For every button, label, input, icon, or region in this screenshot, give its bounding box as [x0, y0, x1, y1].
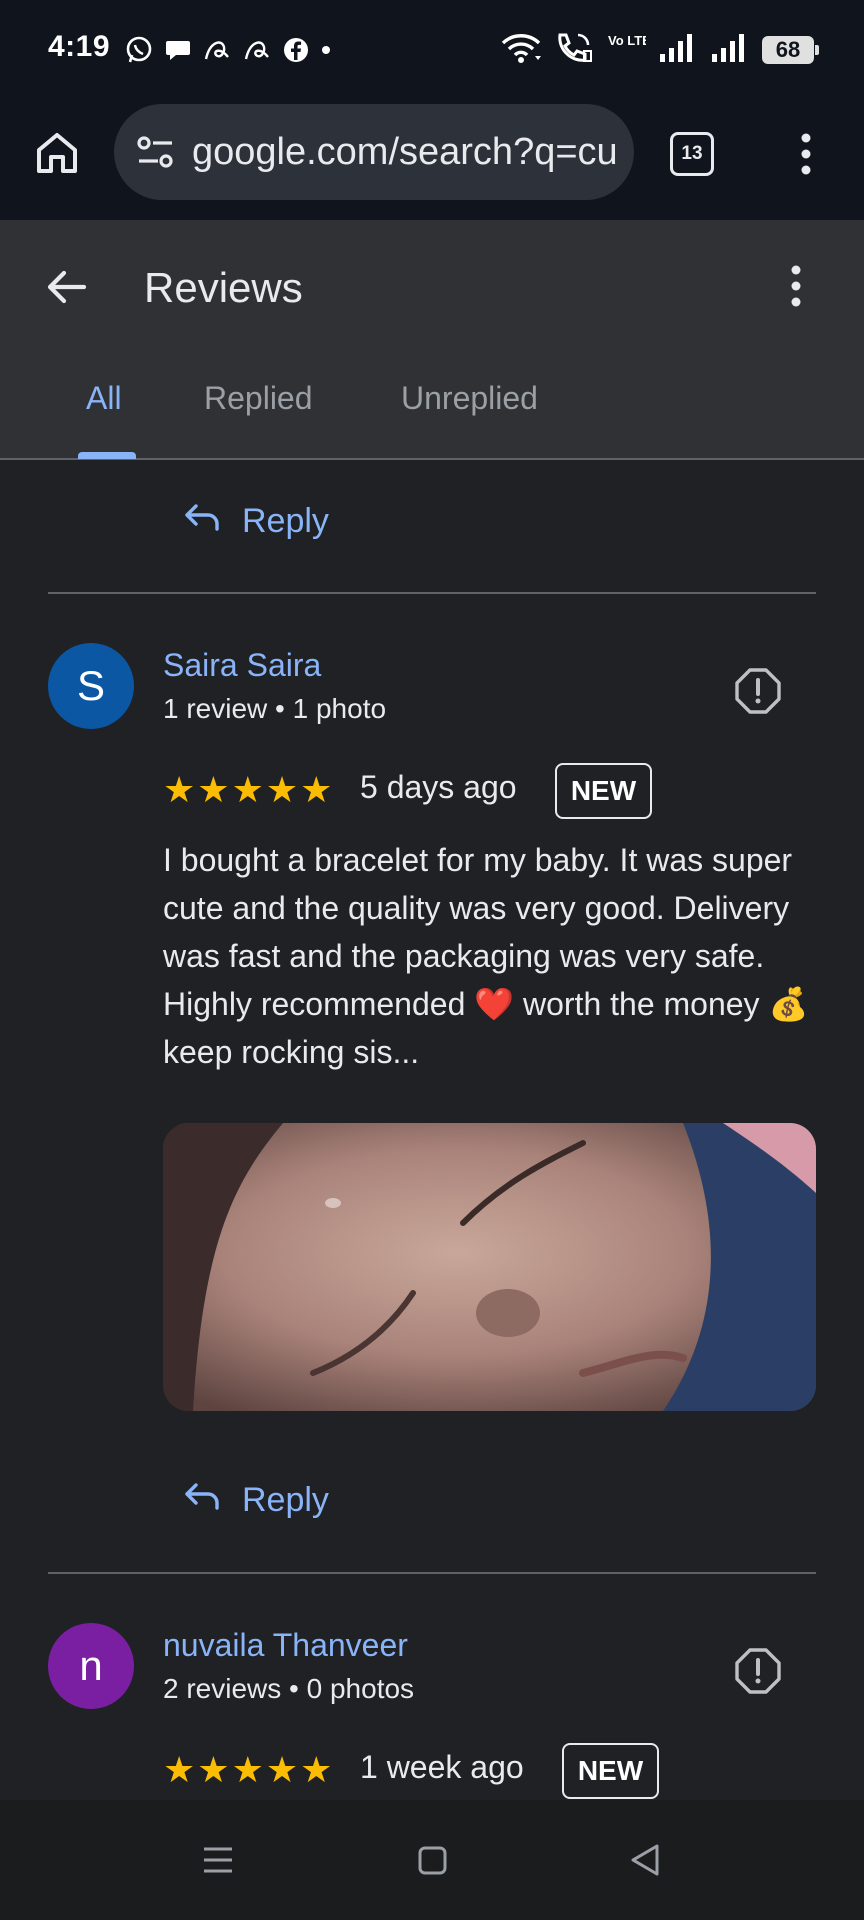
tab-switcher-button[interactable]: 13 [670, 132, 714, 176]
star-rating: ★ ★ ★ ★ ★ [163, 770, 332, 810]
review-date: 5 days ago [360, 769, 517, 805]
notification-icons [124, 34, 332, 66]
recent-apps-icon[interactable] [198, 1840, 238, 1880]
reply-button[interactable]: Reply [184, 1475, 329, 1525]
home-nav-icon[interactable] [412, 1840, 452, 1880]
svg-text:Vo LTE2: Vo LTE2 [608, 33, 646, 48]
star-icon: ★ [300, 1749, 333, 1790]
status-time: 4:19 [48, 30, 111, 63]
home-icon[interactable] [34, 130, 80, 176]
script-a-icon [242, 37, 272, 63]
reviewer-name[interactable]: nuvaila Thanveer [163, 1627, 408, 1664]
more-options-icon[interactable] [788, 128, 824, 180]
new-badge: NEW [562, 1743, 659, 1799]
url-text: google.com/search?q=cu [192, 130, 618, 173]
site-settings-icon[interactable] [134, 130, 178, 174]
avatar[interactable]: n [48, 1623, 134, 1709]
avatar[interactable]: S [48, 643, 134, 729]
reviewer-meta: 2 reviews • 0 photos [163, 1673, 415, 1704]
facebook-icon [282, 36, 310, 64]
active-tab-indicator [78, 452, 136, 459]
whatsapp-icon [124, 35, 154, 65]
star-icon: ★ [231, 769, 264, 810]
star-icon: ★ [265, 769, 299, 810]
star-icon: ★ [231, 1749, 264, 1790]
reply-button[interactable]: Reply [184, 496, 329, 546]
star-icon: ★ [300, 769, 333, 810]
tab-replied[interactable]: Replied [204, 380, 313, 417]
signal-icon [658, 32, 698, 69]
system-navigation-bar [0, 1800, 864, 1920]
signal-icon [710, 32, 750, 69]
reviewer-name[interactable]: Saira Saira [163, 647, 321, 684]
system-status-icons: Vo LTE2 68 [500, 30, 819, 70]
page-title: Reviews [144, 264, 303, 311]
report-icon[interactable] [734, 667, 782, 715]
tab-unreplied[interactable]: Unreplied [401, 380, 538, 417]
wifi-icon [500, 31, 542, 70]
star-icon: ★ [197, 769, 230, 810]
more-options-icon[interactable] [778, 260, 814, 312]
review-photo[interactable] [163, 1123, 816, 1411]
report-icon[interactable] [734, 1647, 782, 1695]
script-a-icon [202, 37, 232, 63]
reply-icon [184, 502, 220, 541]
status-bar: 4:19 Vo LTE2 [0, 0, 864, 100]
reviewer-meta: 1 review • 1 photo [163, 693, 387, 724]
divider [48, 592, 816, 594]
star-icon: ★ [265, 1749, 299, 1790]
review-text: I bought a bracelet for my baby. It was … [163, 842, 809, 1070]
reply-icon [184, 1481, 220, 1520]
reply-label: Reply [242, 501, 329, 540]
star-icon: ★ [197, 1749, 230, 1790]
chat-bubble-icon [164, 36, 192, 64]
review-date: 1 week ago [360, 1749, 524, 1785]
back-nav-icon[interactable] [626, 1840, 666, 1880]
reply-label: Reply [242, 1480, 329, 1519]
browser-toolbar: google.com/search?q=cu 13 [0, 100, 864, 220]
star-rating: ★ ★ ★ ★ ★ [163, 1750, 332, 1790]
wifi-calling-icon [554, 31, 594, 70]
address-bar[interactable]: google.com/search?q=cu [114, 104, 634, 200]
dot-icon [320, 44, 332, 56]
new-badge: NEW [555, 763, 652, 819]
star-icon: ★ [163, 1749, 196, 1790]
reviews-header: Reviews All Replied Unreplied [0, 220, 864, 460]
back-arrow-icon[interactable] [44, 264, 90, 310]
divider [48, 1572, 816, 1574]
tab-all[interactable]: All [86, 380, 122, 417]
battery-icon: 68 [762, 36, 819, 64]
volte-icon: Vo LTE2 [606, 31, 658, 70]
star-icon: ★ [163, 769, 196, 810]
